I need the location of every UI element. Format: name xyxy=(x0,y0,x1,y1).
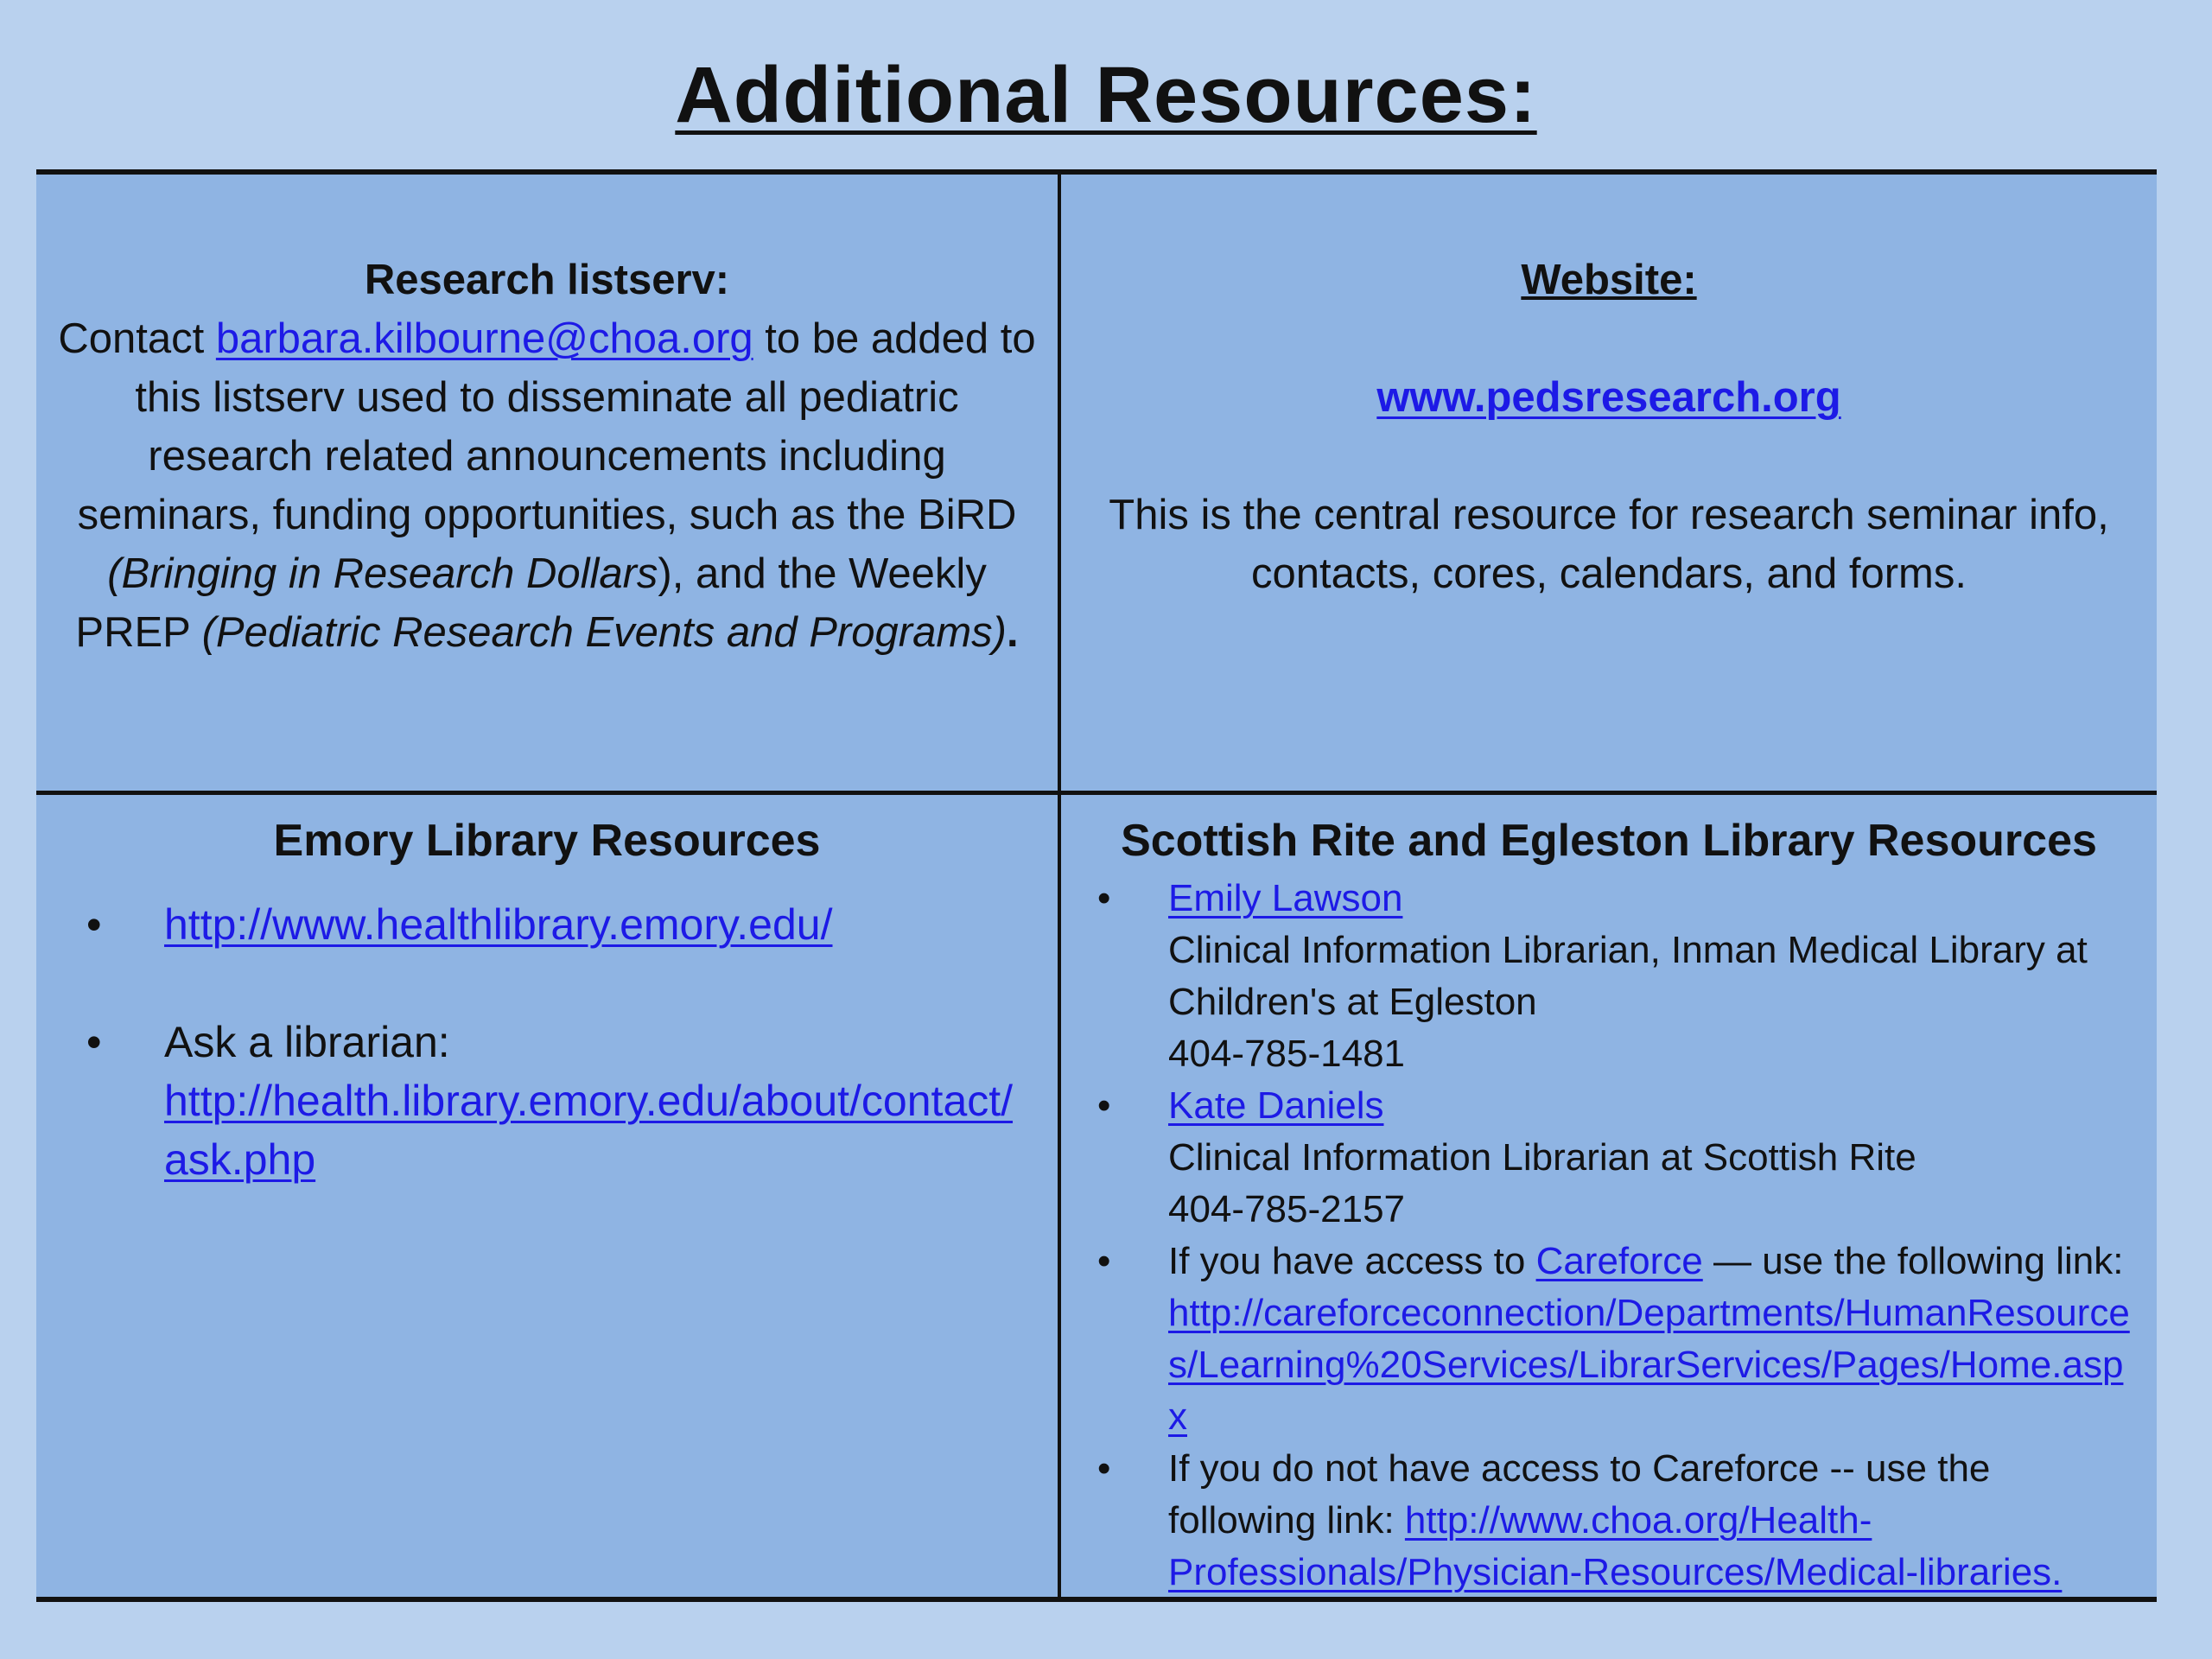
careforce-prefix: If you have access to xyxy=(1168,1240,1536,1282)
ask-librarian-label: Ask a librarian: xyxy=(164,1018,450,1066)
list-item: If you have access to Careforce — use th… xyxy=(1078,1236,2139,1443)
listserv-heading: Research listserv: xyxy=(364,257,730,303)
kate-daniels-link[interactable]: Kate Daniels xyxy=(1168,1080,1383,1132)
prep-full-name: (Pediatric Research Events and Programs) xyxy=(201,609,1007,656)
listserv-text-end: . xyxy=(1006,609,1019,656)
emory-heading: Emory Library Resources xyxy=(273,816,821,866)
ask-librarian-link[interactable]: http://health.library.emory.edu/about/co… xyxy=(164,1077,1013,1184)
bird-full-name: (Bringing in Research Dollars xyxy=(107,550,658,597)
website-description: This is the central resource for researc… xyxy=(1109,492,2109,597)
resources-table: Research listserv: Contact barbara.kilbo… xyxy=(36,169,2157,1602)
emory-cell: Emory Library Resources http://www.healt… xyxy=(36,795,1058,1602)
listserv-email-link[interactable]: barbara.kilbourne@choa.org xyxy=(216,315,753,362)
careforce-link[interactable]: Careforce xyxy=(1536,1240,1703,1282)
list-item: Kate Daniels Clinical Information Librar… xyxy=(1078,1080,2139,1236)
emory-healthlibrary-link[interactable]: http://www.healthlibrary.emory.edu/ xyxy=(164,900,833,949)
list-item: http://www.healthlibrary.emory.edu/ xyxy=(62,895,1032,954)
emily-lawson-title: Clinical Information Librarian, Inman Me… xyxy=(1168,929,2088,1023)
emory-list: http://www.healthlibrary.emory.edu/ Ask … xyxy=(62,895,1032,1189)
listserv-contact-prefix: Contact xyxy=(58,315,216,362)
careforce-connection-link[interactable]: http://careforceconnection/Departments/H… xyxy=(1168,1287,2139,1443)
emily-lawson-phone: 404-785-1481 xyxy=(1168,1033,1406,1075)
list-item: If you do not have access to Careforce -… xyxy=(1078,1443,2139,1599)
kate-daniels-phone: 404-785-2157 xyxy=(1168,1188,1406,1230)
website-heading: Website: xyxy=(1521,257,1697,303)
list-item: Emily Lawson Clinical Information Librar… xyxy=(1078,873,2139,1080)
page-title: Additional Resources: xyxy=(675,51,1537,139)
scottish-heading: Scottish Rite and Egleston Library Resou… xyxy=(1121,816,2097,866)
scottish-cell: Scottish Rite and Egleston Library Resou… xyxy=(1061,795,2157,1602)
list-item: Ask a librarian: http://health.library.e… xyxy=(62,1013,1032,1189)
listserv-cell: Research listserv: Contact barbara.kilbo… xyxy=(36,175,1058,791)
careforce-suffix: — use the following link: xyxy=(1702,1240,2124,1282)
emily-lawson-link[interactable]: Emily Lawson xyxy=(1168,873,1402,925)
website-cell: Website: www.pedsresearch.org This is th… xyxy=(1061,175,2157,791)
listserv-description: Contact barbara.kilbourne@choa.org to be… xyxy=(54,309,1040,662)
website-link[interactable]: www.pedsresearch.org xyxy=(1376,374,1840,421)
scottish-list: Emily Lawson Clinical Information Librar… xyxy=(1078,873,2139,1599)
kate-daniels-title: Clinical Information Librarian at Scotti… xyxy=(1168,1136,1916,1179)
